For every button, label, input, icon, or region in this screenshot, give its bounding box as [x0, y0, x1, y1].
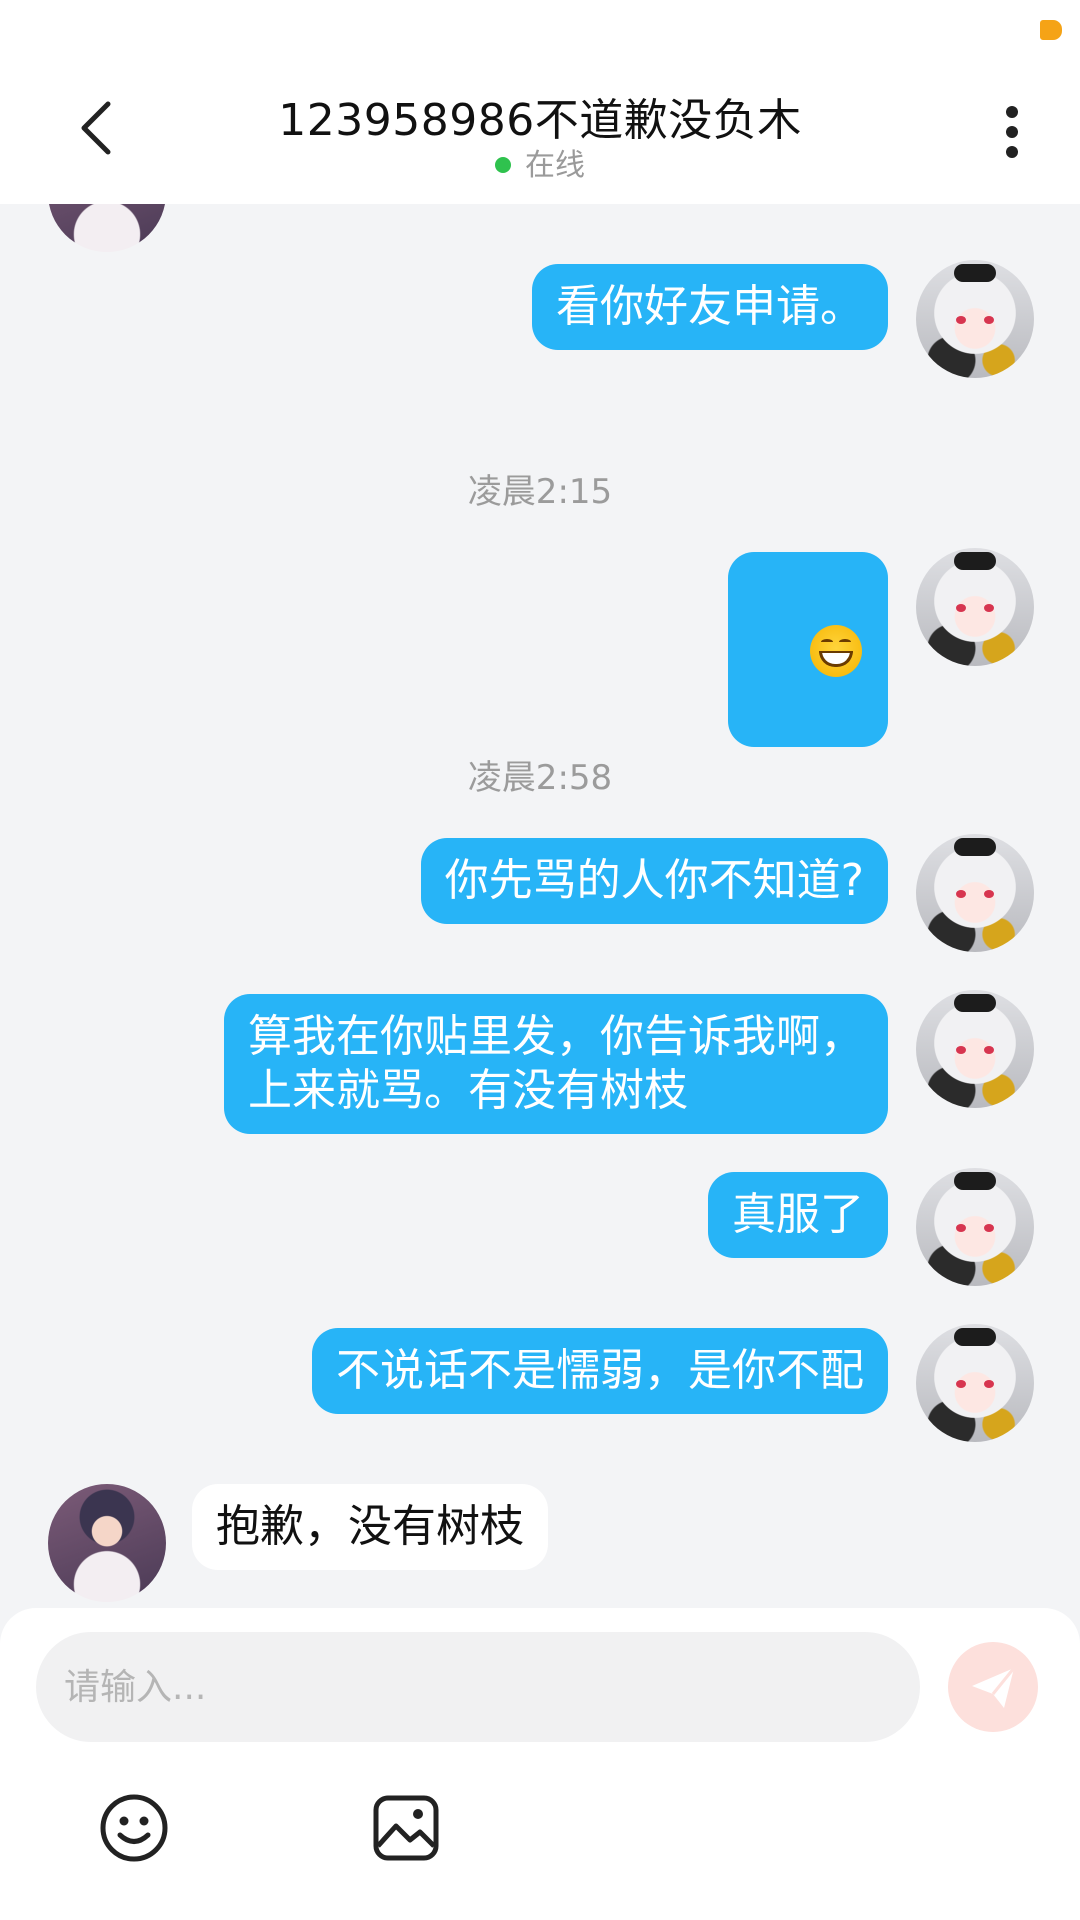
contact-avatar[interactable]	[48, 1484, 166, 1602]
avatar-eye	[984, 1380, 994, 1388]
message-bubble-outgoing[interactable]: 看你好友申请。	[532, 264, 888, 350]
self-avatar[interactable]	[916, 548, 1034, 666]
timestamp: 凌晨2:15	[467, 472, 613, 512]
more-vertical-icon	[1006, 106, 1018, 118]
emoji-eye	[821, 639, 833, 645]
self-avatar[interactable]	[916, 1324, 1034, 1442]
avatar-eye	[984, 890, 994, 898]
avatar-eye	[984, 604, 994, 612]
self-avatar[interactable]	[916, 990, 1034, 1108]
online-status: 在线	[0, 140, 1080, 184]
message-bubble-outgoing[interactable]: 真服了	[708, 1172, 888, 1258]
avatar-eye	[956, 1046, 966, 1054]
more-dot-3	[1006, 146, 1018, 158]
self-avatar[interactable]	[916, 260, 1034, 378]
message-bubble-outgoing[interactable]: 你先骂的人你不知道?	[420, 838, 888, 924]
self-avatar[interactable]	[916, 1168, 1034, 1286]
online-dot-icon	[495, 156, 511, 173]
image-button[interactable]	[370, 1792, 442, 1864]
emoji-mouth	[819, 651, 853, 667]
contact-avatar[interactable]	[48, 204, 166, 252]
message-bubble-outgoing[interactable]	[728, 552, 888, 747]
avatar-bow	[954, 838, 996, 856]
avatar-bow	[954, 994, 996, 1012]
avatar-eye	[956, 316, 966, 324]
battery-icon	[1040, 20, 1062, 40]
avatar-eye	[956, 1224, 966, 1232]
emoji-icon	[100, 1794, 168, 1862]
message-input[interactable]	[36, 1632, 920, 1742]
avatar-eye	[984, 1224, 994, 1232]
more-dot-2	[1006, 126, 1018, 138]
avatar-eye	[956, 890, 966, 898]
avatar-eye	[984, 316, 994, 324]
chat-messages[interactable]: 看你好友申请。 凌晨2:15 凌晨2:58 你先骂的人你不知道? 算我在你贴里发…	[0, 204, 1080, 1608]
send-button[interactable]	[948, 1642, 1038, 1732]
avatar-bow	[954, 1328, 996, 1346]
grinning-face-icon	[810, 625, 862, 677]
image-icon	[373, 1795, 439, 1861]
more-options-button[interactable]	[984, 100, 1040, 164]
message-bubble-outgoing[interactable]: 不说话不是懦弱，是你不配	[312, 1328, 888, 1414]
message-bubble-incoming[interactable]: 抱歉，没有树枝	[192, 1484, 548, 1570]
avatar-eye	[984, 1046, 994, 1054]
status-bar	[0, 0, 1080, 60]
chat-header: 123958986不道歉没负木 在线	[0, 60, 1080, 204]
timestamp: 凌晨2:58	[467, 758, 613, 798]
input-panel	[0, 1608, 1080, 1920]
avatar-eye	[956, 1380, 966, 1388]
avatar-bow	[954, 264, 996, 282]
chat-title: 123958986不道歉没负木	[278, 95, 802, 146]
avatar-bow	[954, 552, 996, 570]
avatar-bow	[954, 1172, 996, 1190]
avatar-eye	[956, 604, 966, 612]
online-status-label: 在线	[525, 148, 585, 183]
emoji-eye	[839, 639, 851, 645]
self-avatar[interactable]	[916, 834, 1034, 952]
send-icon	[972, 1667, 1016, 1708]
message-bubble-outgoing[interactable]: 算我在你贴里发，你告诉我啊， 上来就骂。有没有树枝	[224, 994, 888, 1134]
emoji-button[interactable]	[98, 1792, 170, 1864]
